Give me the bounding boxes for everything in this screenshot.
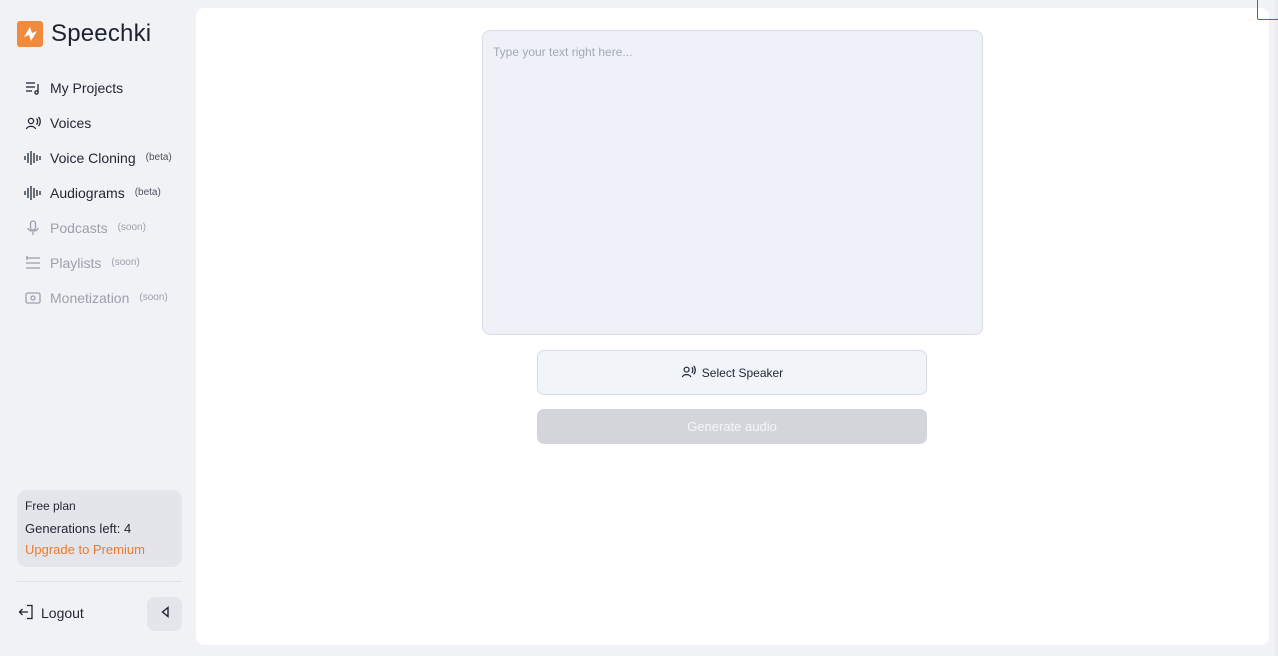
select-speaker-button[interactable]: Select Speaker — [537, 350, 927, 395]
sidebar-item-voice-cloning[interactable]: Voice Cloning (beta) — [0, 140, 196, 175]
sidebar-item-podcasts: Podcasts (soon) — [0, 210, 196, 245]
generate-audio-button[interactable]: Generate audio — [537, 409, 927, 444]
sidebar-item-label: Playlists — [50, 254, 102, 271]
sidebar-item-audiograms[interactable]: Audiograms (beta) — [0, 175, 196, 210]
sidebar-item-monetization: Monetization (soon) — [0, 280, 196, 315]
logout-button[interactable]: Logout — [18, 600, 84, 626]
money-icon — [24, 289, 42, 307]
microphone-icon — [24, 219, 42, 237]
beta-tag: (beta) — [145, 152, 172, 163]
beta-tag: (beta) — [134, 187, 161, 198]
sidebar-item-voices[interactable]: Voices — [0, 105, 196, 140]
soon-tag: (soon) — [111, 257, 140, 268]
projects-list-icon — [24, 79, 42, 97]
waveform-icon — [24, 184, 42, 202]
sidebar: Speechki My Projects Voices Voice Clonin… — [0, 0, 196, 656]
sidebar-item-label: Monetization — [50, 289, 130, 306]
app-name: Speechki — [51, 20, 152, 47]
speaker-icon — [681, 364, 696, 382]
sidebar-item-label: Voices — [50, 114, 92, 131]
soon-tag: (soon) — [117, 222, 146, 233]
generations-left: Generations left: 4 — [25, 521, 132, 536]
sidebar-item-label: My Projects — [50, 79, 124, 96]
plan-name: Free plan — [25, 499, 76, 513]
logout-label: Logout — [41, 605, 84, 621]
upgrade-link[interactable]: Upgrade to Premium — [25, 542, 145, 557]
waveform-icon — [24, 149, 42, 167]
logo[interactable]: Speechki — [17, 20, 151, 48]
sidebar-item-playlists: Playlists (soon) — [0, 245, 196, 280]
voices-icon — [24, 114, 42, 132]
playlist-icon — [24, 254, 42, 272]
caret-left-icon — [160, 605, 170, 623]
soon-tag: (soon) — [139, 292, 168, 303]
select-speaker-label: Select Speaker — [701, 365, 784, 380]
app-window: Speechki My Projects Voices Voice Clonin… — [0, 0, 1278, 656]
main-panel: Select Speaker Generate audio — [196, 8, 1269, 645]
sidebar-item-my-projects[interactable]: My Projects — [0, 70, 196, 105]
speechki-logo-icon — [17, 21, 43, 47]
sidebar-item-label: Podcasts — [50, 219, 108, 236]
text-input[interactable] — [482, 30, 983, 335]
logout-icon — [18, 604, 34, 623]
collapse-sidebar-button[interactable] — [147, 597, 182, 631]
sidebar-item-label: Voice Cloning — [50, 149, 136, 166]
corner-frame — [1257, 0, 1278, 20]
sidebar-item-label: Audiograms — [50, 184, 125, 201]
sidebar-nav: My Projects Voices Voice Cloning (beta) … — [0, 70, 196, 315]
sidebar-divider — [17, 581, 182, 582]
plan-card: Free plan Generations left: 4 Upgrade to… — [17, 490, 182, 567]
